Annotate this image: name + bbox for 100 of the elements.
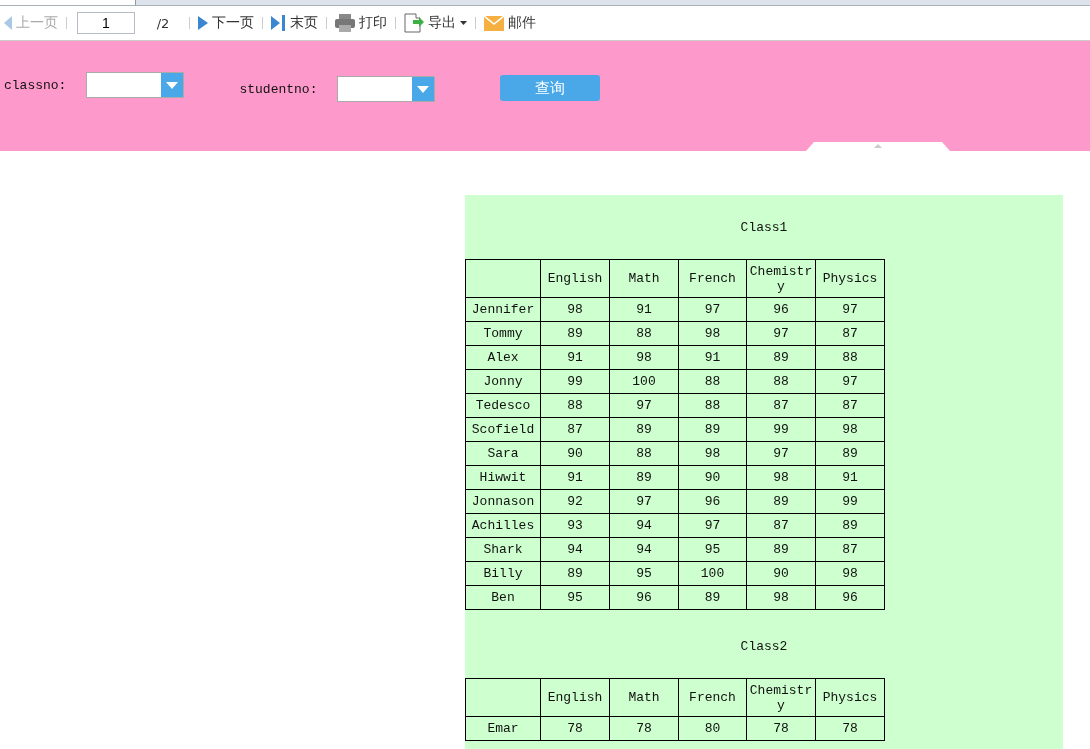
column-header: English bbox=[540, 259, 610, 298]
table-cell: 90 bbox=[540, 441, 610, 466]
last-page-icon bbox=[271, 15, 286, 31]
dropdown-field[interactable] bbox=[86, 72, 185, 98]
table-cell: 89 bbox=[540, 321, 610, 346]
table-cell: 96 bbox=[746, 297, 816, 322]
table-cell: 87 bbox=[746, 513, 816, 538]
row-header: Sara bbox=[465, 441, 541, 466]
table-cell: 88 bbox=[540, 393, 610, 418]
row-header: Tommy bbox=[465, 321, 541, 346]
document-export-icon bbox=[404, 13, 424, 33]
table-cell: 91 bbox=[815, 465, 885, 490]
column-header: French bbox=[678, 259, 747, 298]
table-cell: 90 bbox=[746, 561, 816, 586]
next-page-button[interactable]: 下一页 bbox=[194, 14, 258, 32]
table-cell: 78 bbox=[746, 716, 816, 741]
table-cell: 88 bbox=[609, 321, 679, 346]
column-header: Math bbox=[609, 259, 679, 298]
table-cell: 93 bbox=[540, 513, 610, 538]
table-cell: 88 bbox=[678, 393, 747, 418]
table-cell: 91 bbox=[678, 345, 747, 370]
table-cell: 98 bbox=[746, 465, 816, 490]
table-cell: 89 bbox=[540, 561, 610, 586]
row-header: Jonnason bbox=[465, 489, 541, 514]
table-cell: 98 bbox=[678, 321, 747, 346]
table-cell: 89 bbox=[609, 417, 679, 442]
dropdown-caret-icon bbox=[166, 81, 179, 89]
table-cell: 96 bbox=[678, 489, 747, 514]
table-cell: 98 bbox=[609, 345, 679, 370]
export-button[interactable]: 导出 bbox=[400, 13, 471, 33]
page-total: /2 bbox=[155, 15, 171, 31]
row-header: Shark bbox=[465, 537, 541, 562]
table-cell: 88 bbox=[815, 345, 885, 370]
table-cell: 88 bbox=[678, 369, 747, 394]
table-title: Class2 bbox=[740, 639, 788, 654]
table-cell: 100 bbox=[609, 369, 679, 394]
collapse-handle[interactable] bbox=[806, 142, 950, 151]
filter-label: studentno: bbox=[239, 81, 318, 97]
table-cell: 95 bbox=[678, 537, 747, 562]
table-cell: 96 bbox=[815, 585, 885, 610]
table-cell: 95 bbox=[609, 561, 679, 586]
caret-icon bbox=[460, 21, 467, 25]
column-header: French bbox=[678, 678, 747, 717]
row-header: Hiwwit bbox=[465, 465, 541, 490]
table-cell: 89 bbox=[746, 489, 816, 514]
table-cell: 99 bbox=[746, 417, 816, 442]
table-cell: 90 bbox=[678, 465, 747, 490]
table-cell: 94 bbox=[540, 537, 610, 562]
table-cell: 94 bbox=[609, 513, 679, 538]
row-header: Scofield bbox=[465, 417, 541, 442]
table-cell: 91 bbox=[609, 297, 679, 322]
table-cell: 100 bbox=[678, 561, 747, 586]
table-cell: 78 bbox=[609, 716, 679, 741]
table-cell: 97 bbox=[746, 321, 816, 346]
table-cell: 97 bbox=[609, 393, 679, 418]
table-title: Class1 bbox=[740, 220, 788, 235]
table-cell: 99 bbox=[540, 369, 610, 394]
table-cell: 97 bbox=[746, 441, 816, 466]
table-cell: 87 bbox=[540, 417, 610, 442]
triangle-left-icon bbox=[4, 16, 12, 30]
page-number-field[interactable]: 1 bbox=[77, 12, 135, 34]
column-header: Chemistry bbox=[746, 259, 816, 298]
triangle-right-icon bbox=[198, 16, 208, 30]
table-cell: 78 bbox=[540, 716, 610, 741]
printer-icon bbox=[335, 14, 355, 32]
dropdown-field[interactable] bbox=[337, 76, 436, 102]
table-cell: 88 bbox=[746, 369, 816, 394]
column-header: English bbox=[540, 678, 610, 717]
mail-button[interactable]: 邮件 bbox=[480, 14, 540, 32]
table-cell: 89 bbox=[609, 465, 679, 490]
last-page-button[interactable]: 末页 bbox=[267, 14, 322, 32]
table-cell: 87 bbox=[815, 537, 885, 562]
table-cell: 89 bbox=[815, 441, 885, 466]
table-cell: 78 bbox=[815, 716, 885, 741]
table-cell: 87 bbox=[815, 321, 885, 346]
column-header: Math bbox=[609, 678, 679, 717]
table-cell: 98 bbox=[678, 441, 747, 466]
table-cell: 92 bbox=[540, 489, 610, 514]
row-header: Jennifer bbox=[465, 297, 541, 322]
row-header: Alex bbox=[465, 345, 541, 370]
column-header: Physics bbox=[815, 678, 885, 717]
table-cell: 88 bbox=[609, 441, 679, 466]
row-header: Emar bbox=[465, 716, 541, 741]
print-button[interactable]: 打印 bbox=[331, 14, 391, 32]
table-cell: 98 bbox=[815, 561, 885, 586]
row-header: Tedesco bbox=[465, 393, 541, 418]
table-cell: 89 bbox=[746, 537, 816, 562]
table-cell: 94 bbox=[609, 537, 679, 562]
table-cell: 95 bbox=[540, 585, 610, 610]
table-cell: 87 bbox=[746, 393, 816, 418]
table-cell: 97 bbox=[815, 297, 885, 322]
table-cell: 89 bbox=[815, 513, 885, 538]
table-cell: 87 bbox=[815, 393, 885, 418]
table-cell: 96 bbox=[609, 585, 679, 610]
column-header: Physics bbox=[815, 259, 885, 298]
envelope-icon bbox=[484, 15, 504, 31]
dropdown-caret-icon bbox=[417, 85, 430, 93]
column-header: Chemistry bbox=[746, 678, 816, 717]
table-cell: 89 bbox=[678, 585, 747, 610]
table-cell: 97 bbox=[609, 489, 679, 514]
